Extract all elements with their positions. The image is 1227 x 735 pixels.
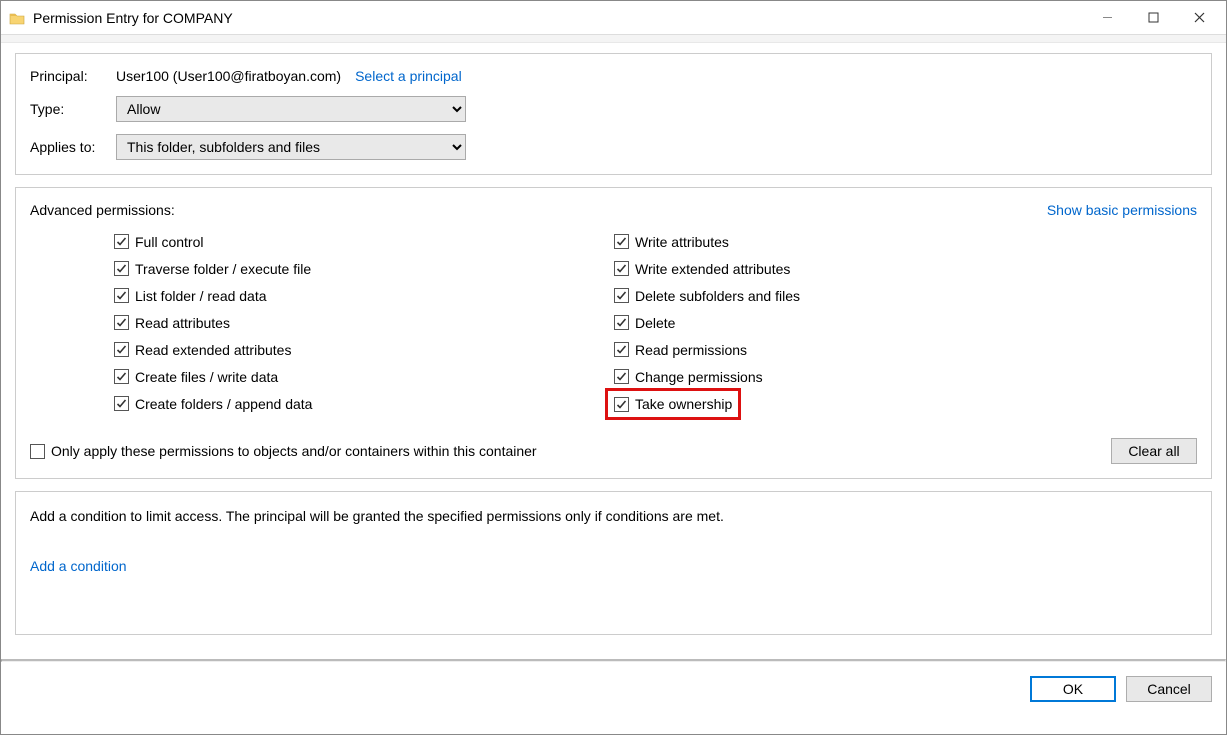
checkbox-icon[interactable]	[114, 234, 129, 249]
perm-create-folders[interactable]: Create folders / append data	[114, 390, 614, 417]
only-apply-label: Only apply these permissions to objects …	[51, 443, 537, 459]
perm-take-ownership[interactable]: Take ownership	[605, 388, 741, 420]
minimize-button[interactable]	[1084, 3, 1130, 33]
window-title: Permission Entry for COMPANY	[33, 10, 233, 26]
condition-description: Add a condition to limit access. The pri…	[30, 508, 1197, 524]
applies-to-label: Applies to:	[30, 139, 116, 155]
perm-label: Full control	[135, 234, 203, 250]
clear-all-button[interactable]: Clear all	[1111, 438, 1197, 464]
condition-panel: Add a condition to limit access. The pri…	[15, 491, 1212, 635]
perm-label: Read permissions	[635, 342, 747, 358]
checkbox-icon[interactable]	[614, 342, 629, 357]
close-button[interactable]	[1176, 3, 1222, 33]
principal-panel: Principal: User100 (User100@firatboyan.c…	[15, 53, 1212, 175]
checkbox-icon[interactable]	[114, 369, 129, 384]
perm-label: List folder / read data	[135, 288, 267, 304]
perm-create-files[interactable]: Create files / write data	[114, 363, 614, 390]
principal-value: User100 (User100@firatboyan.com)	[116, 68, 341, 84]
permissions-column-right: Write attributes Write extended attribut…	[614, 228, 1114, 420]
checkbox-icon[interactable]	[114, 288, 129, 303]
perm-label: Change permissions	[635, 369, 763, 385]
checkbox-icon[interactable]	[614, 397, 629, 412]
perm-traverse-folder[interactable]: Traverse folder / execute file	[114, 255, 614, 282]
perm-write-extended-attributes[interactable]: Write extended attributes	[614, 255, 1114, 282]
add-condition-link[interactable]: Add a condition	[30, 558, 127, 574]
checkbox-icon[interactable]	[114, 315, 129, 330]
checkbox-icon[interactable]	[614, 369, 629, 384]
only-apply-checkbox[interactable]: Only apply these permissions to objects …	[30, 443, 537, 459]
advanced-permissions-heading: Advanced permissions:	[30, 202, 175, 218]
dialog-footer: OK Cancel	[1, 662, 1226, 712]
permissions-panel: Advanced permissions: Show basic permiss…	[15, 187, 1212, 479]
perm-delete[interactable]: Delete	[614, 309, 1114, 336]
perm-label: Delete subfolders and files	[635, 288, 800, 304]
show-basic-permissions-link[interactable]: Show basic permissions	[1047, 202, 1197, 218]
cancel-button[interactable]: Cancel	[1126, 676, 1212, 702]
checkbox-icon[interactable]	[30, 444, 45, 459]
perm-label: Create files / write data	[135, 369, 278, 385]
perm-read-extended-attributes[interactable]: Read extended attributes	[114, 336, 614, 363]
checkbox-icon[interactable]	[614, 288, 629, 303]
perm-label: Delete	[635, 315, 675, 331]
perm-label: Create folders / append data	[135, 396, 312, 412]
perm-write-attributes[interactable]: Write attributes	[614, 228, 1114, 255]
perm-label: Traverse folder / execute file	[135, 261, 311, 277]
ok-button[interactable]: OK	[1030, 676, 1116, 702]
perm-list-folder[interactable]: List folder / read data	[114, 282, 614, 309]
perm-label: Write attributes	[635, 234, 729, 250]
checkbox-icon[interactable]	[114, 396, 129, 411]
checkbox-icon[interactable]	[114, 342, 129, 357]
folder-icon	[9, 11, 25, 25]
perm-label: Write extended attributes	[635, 261, 790, 277]
perm-label: Take ownership	[635, 396, 732, 412]
checkbox-icon[interactable]	[614, 234, 629, 249]
titlebar: Permission Entry for COMPANY	[1, 1, 1226, 35]
principal-label: Principal:	[30, 68, 116, 84]
checkbox-icon[interactable]	[614, 261, 629, 276]
type-label: Type:	[30, 101, 116, 117]
perm-label: Read attributes	[135, 315, 230, 331]
perm-delete-subfolders[interactable]: Delete subfolders and files	[614, 282, 1114, 309]
perm-full-control[interactable]: Full control	[114, 228, 614, 255]
checkbox-icon[interactable]	[614, 315, 629, 330]
checkbox-icon[interactable]	[114, 261, 129, 276]
type-select[interactable]: Allow	[116, 96, 466, 122]
perm-read-permissions[interactable]: Read permissions	[614, 336, 1114, 363]
maximize-button[interactable]	[1130, 3, 1176, 33]
perm-change-permissions[interactable]: Change permissions	[614, 363, 1114, 390]
perm-label: Read extended attributes	[135, 342, 291, 358]
applies-to-select[interactable]: This folder, subfolders and files	[116, 134, 466, 160]
permissions-column-left: Full control Traverse folder / execute f…	[114, 228, 614, 420]
select-principal-link[interactable]: Select a principal	[355, 68, 462, 84]
perm-read-attributes[interactable]: Read attributes	[114, 309, 614, 336]
